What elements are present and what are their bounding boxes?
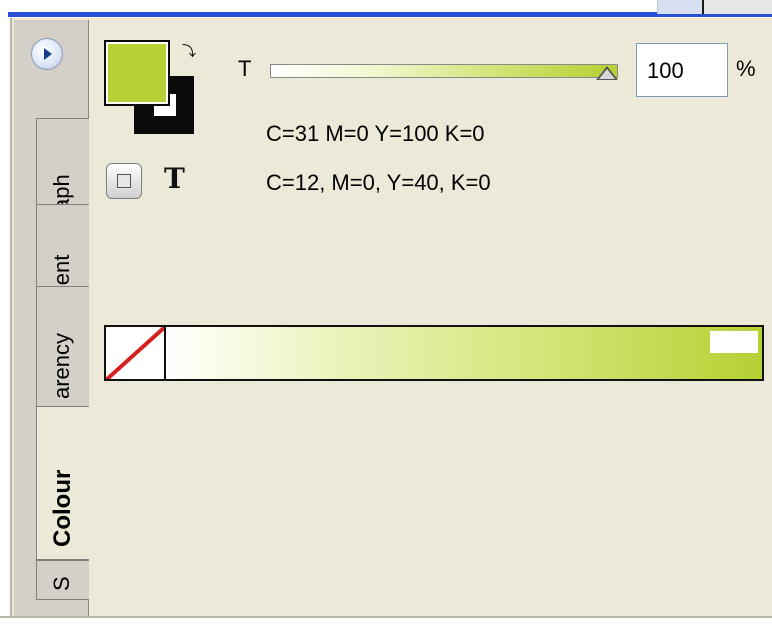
- top-strip: [0, 0, 772, 18]
- scroll-track[interactable]: [704, 0, 772, 14]
- tint-slider-thumb[interactable]: [596, 66, 618, 80]
- colour-panel: [10, 18, 772, 616]
- panel-menu-icon[interactable]: [31, 38, 63, 70]
- color-values-line1: C=31 M=0 Y=100 K=0: [266, 121, 485, 146]
- tab-label: S: [49, 576, 74, 591]
- tab-label: Colour: [49, 469, 76, 547]
- tab-transparency[interactable]: arency: [36, 286, 89, 410]
- tab-colour[interactable]: Colour: [36, 406, 89, 560]
- tab-label: arency: [49, 332, 74, 399]
- format-affects-container-icon[interactable]: [106, 163, 142, 199]
- panel-bottom-edge: [0, 616, 772, 625]
- colour-ramp[interactable]: [104, 325, 764, 381]
- tint-slider[interactable]: [270, 64, 618, 78]
- ramp-white-swatch[interactable]: [710, 331, 758, 353]
- tint-label: T: [238, 56, 252, 81]
- swap-arrows-icon[interactable]: ⤵: [182, 42, 200, 60]
- scroll-thumb[interactable]: [657, 0, 702, 14]
- format-affects-text-icon[interactable]: T: [164, 162, 185, 195]
- ramp-gradient[interactable]: [166, 327, 762, 379]
- tab-swatches[interactable]: S: [36, 560, 89, 600]
- tint-unit: %: [736, 56, 756, 81]
- tint-input[interactable]: 100: [636, 43, 728, 97]
- color-values-line2: C=12, M=0, Y=40, K=0: [266, 170, 491, 195]
- none-swatch-icon[interactable]: [106, 327, 166, 379]
- fill-swatch[interactable]: [104, 40, 170, 106]
